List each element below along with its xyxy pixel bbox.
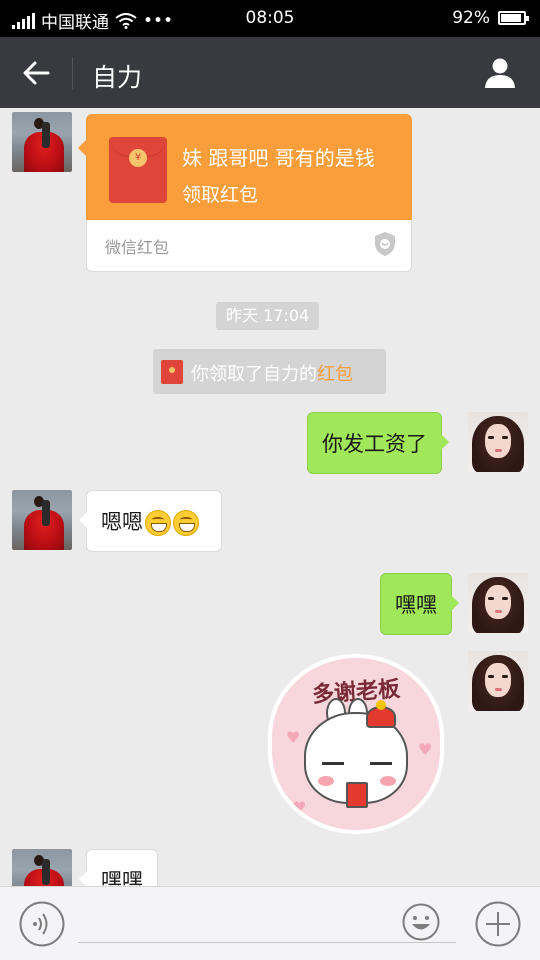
system-notice-link[interactable]: 红包 <box>317 364 353 385</box>
red-packet-footer-label: 微信红包 <box>105 238 170 257</box>
my-avatar[interactable] <box>468 573 528 633</box>
red-envelope-icon: ¥ <box>109 137 167 203</box>
contact-avatar[interactable] <box>12 490 72 550</box>
header-divider <box>72 57 73 89</box>
chat-title: 自力 <box>92 63 143 92</box>
grin-icon <box>173 510 199 536</box>
red-packet-action: 领取红包 <box>182 184 259 206</box>
system-notice: 你领取了自力的红包 <box>153 349 386 394</box>
chat-header: 自力 <box>0 37 540 108</box>
red-packet-footer: 微信红包 <box>86 220 412 272</box>
timestamp-chip: 昨天 17:04 <box>216 302 320 330</box>
received-message-bubble[interactable]: 嘿嘿 <box>79 849 158 886</box>
red-envelope-icon <box>161 360 183 384</box>
sent-message-bubble[interactable]: 嘿嘿 <box>380 573 459 635</box>
back-arrow-icon[interactable] <box>18 55 54 91</box>
system-notice-text: 你领取了自力的红包 <box>191 360 353 386</box>
received-message-bubble[interactable]: 嗯嗯 <box>79 490 222 552</box>
plus-icon[interactable] <box>475 901 521 947</box>
contact-avatar[interactable] <box>12 112 72 172</box>
battery-fill <box>501 14 521 22</box>
contact-avatar[interactable] <box>12 849 72 886</box>
sticker-message[interactable]: 多谢老板 ♥ ♥ ♥ ♥ <box>268 654 444 834</box>
sent-message-bubble[interactable]: 你发工资了 <box>307 412 449 474</box>
grin-icon <box>145 510 171 536</box>
message-text: 嗯嗯 <box>101 510 143 534</box>
red-packet-card[interactable]: ¥ 妹 跟哥吧 哥有的是钱 领取红包 微信红包 <box>78 114 412 272</box>
battery-icon <box>498 11 529 25</box>
input-bar <box>0 886 540 960</box>
battery-percent: 92% <box>452 8 490 28</box>
status-right: 92% <box>452 8 529 28</box>
voice-icon[interactable] <box>19 901 65 947</box>
red-packet-message: 妹 跟哥吧 哥有的是钱 <box>182 146 375 170</box>
emoji-icon[interactable] <box>402 903 440 941</box>
my-avatar[interactable] <box>468 651 528 711</box>
red-packet-top: ¥ 妹 跟哥吧 哥有的是钱 领取红包 <box>78 114 412 220</box>
message-input[interactable] <box>78 909 456 943</box>
my-avatar[interactable] <box>468 412 528 472</box>
status-bar: 中国联通 ••• 08:05 92% <box>0 0 540 37</box>
message-list[interactable]: ¥ 妹 跟哥吧 哥有的是钱 领取红包 微信红包 昨天 17:04 你领取了自力的… <box>0 108 540 886</box>
system-notice-prefix: 你领取了自力的 <box>191 364 317 385</box>
shield-icon <box>375 232 395 256</box>
person-icon[interactable] <box>482 55 518 91</box>
